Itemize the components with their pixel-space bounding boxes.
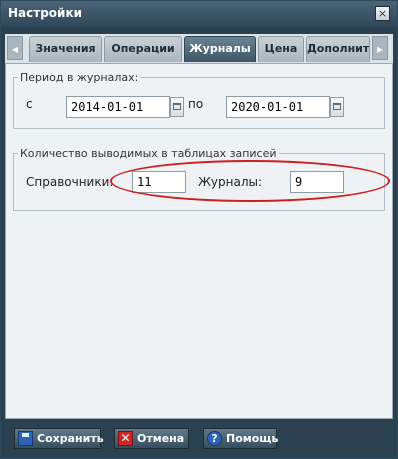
- records-legend: Количество выводимых в таблицах записей: [20, 147, 277, 160]
- help-icon: ?: [207, 431, 222, 446]
- close-icon[interactable]: ×: [375, 6, 390, 21]
- save-button[interactable]: Сохранить: [14, 428, 104, 449]
- tab-scroll-right-icon[interactable]: ▸: [372, 36, 388, 60]
- settings-dialog: Настройки × ◂ Значения Операции Журналы …: [0, 0, 398, 459]
- annotation-oval: [110, 160, 390, 202]
- tab-operations[interactable]: Операции: [104, 36, 182, 62]
- save-icon: [18, 431, 33, 446]
- help-button[interactable]: ? Помощь: [203, 428, 279, 449]
- help-label: Помощь: [226, 432, 279, 445]
- tab-strip: ◂ Значения Операции Журналы Цена Дополни…: [5, 34, 393, 63]
- reference-label: Справочники:: [26, 175, 114, 189]
- period-to-label: по: [188, 97, 204, 111]
- cancel-icon: ✕: [118, 431, 133, 446]
- cancel-button[interactable]: ✕ Отмена: [114, 428, 189, 449]
- dialog-title: Настройки: [8, 6, 83, 20]
- period-legend: Период в журналах:: [20, 71, 139, 84]
- period-from-label: с: [26, 97, 33, 111]
- tab-additional[interactable]: Дополнит: [306, 36, 370, 62]
- tab-values[interactable]: Значения: [29, 36, 102, 62]
- calendar-to-icon[interactable]: [330, 97, 344, 117]
- tab-journals[interactable]: Журналы: [184, 36, 256, 62]
- tab-panel-journals: Период в журналах: с по Количество вывод…: [5, 63, 393, 419]
- date-to-field[interactable]: [226, 96, 330, 118]
- calendar-from-icon[interactable]: [170, 97, 184, 117]
- save-label: Сохранить: [37, 432, 104, 445]
- cancel-label: Отмена: [137, 432, 185, 445]
- date-from-field[interactable]: [66, 96, 170, 118]
- tab-price[interactable]: Цена: [258, 36, 304, 62]
- tab-scroll-left-icon[interactable]: ◂: [7, 36, 23, 60]
- dialog-titlebar[interactable]: Настройки ×: [1, 1, 397, 27]
